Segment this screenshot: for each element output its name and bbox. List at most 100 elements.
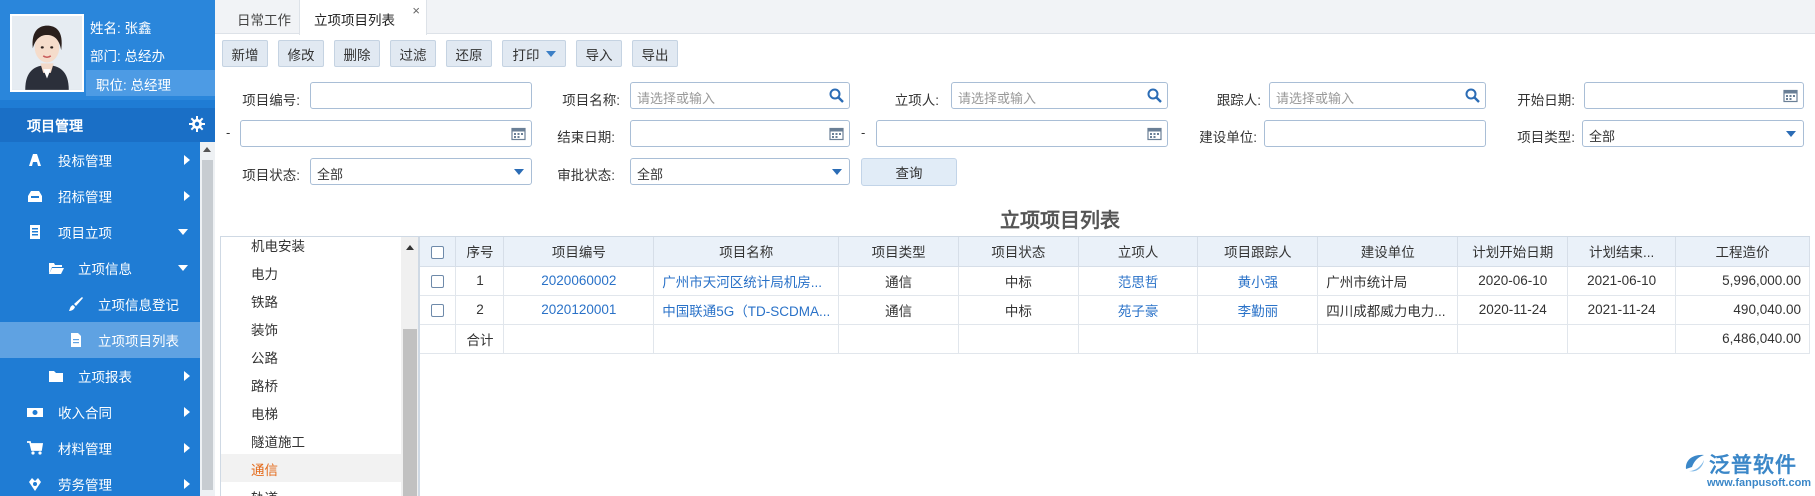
project-name-input[interactable]: 请选择或输入	[630, 82, 850, 109]
row-select-cell[interactable]	[420, 295, 457, 325]
follower-link[interactable]: 李勤丽	[1197, 295, 1319, 325]
add-button[interactable]: 新增	[222, 40, 268, 67]
project-status-select[interactable]: 全部	[310, 158, 532, 185]
column-header[interactable]: 项目名称	[653, 237, 840, 267]
column-header[interactable]: 计划开始日期	[1457, 237, 1569, 267]
category-item-selected[interactable]: 通信	[221, 454, 418, 482]
row-checkbox[interactable]	[431, 274, 445, 288]
scroll-up-icon[interactable]	[406, 245, 414, 250]
sidebar-item-tender-management[interactable]: 招标管理	[0, 178, 200, 214]
gear-icon[interactable]	[189, 116, 205, 132]
project-status-value: 全部	[317, 167, 344, 182]
close-icon[interactable]: ×	[412, 3, 420, 18]
category-item[interactable]: 隧道施工	[221, 426, 418, 454]
restore-button[interactable]: 还原	[446, 40, 492, 67]
category-item[interactable]: 公路	[221, 342, 418, 370]
sidebar-item-initiation-register[interactable]: 立项信息登记	[0, 286, 200, 322]
search-icon[interactable]	[829, 88, 844, 103]
end-date-input[interactable]	[630, 120, 850, 147]
scroll-thumb[interactable]	[403, 329, 417, 496]
calendar-icon[interactable]	[511, 126, 526, 141]
category-item[interactable]: 电力	[221, 258, 418, 286]
import-button[interactable]: 导入	[576, 40, 622, 67]
sidebar-item-initiation-report[interactable]: 立项报表	[0, 358, 200, 394]
category-item[interactable]: 机电安装	[221, 237, 418, 258]
calendar-icon[interactable]	[829, 126, 844, 141]
sidebar-item-initiation-list[interactable]: 立项项目列表	[0, 322, 200, 358]
category-item[interactable]: 装饰	[221, 314, 418, 342]
category-scrollbar[interactable]	[401, 237, 418, 496]
column-header[interactable]: 项目跟踪人	[1197, 237, 1319, 267]
table-row[interactable]: 2 2020120001 中国联通5G（TD-SCDMA... 通信 中标 苑子…	[420, 295, 1810, 325]
sidebar-item-income-contract[interactable]: 收入合同	[0, 394, 200, 430]
brand-watermark: 泛普软件 www.fanpusoft.com	[1683, 449, 1811, 494]
delete-button[interactable]: 删除	[334, 40, 380, 67]
project-no-link[interactable]: 2020060002	[503, 266, 655, 296]
empty-cell	[958, 324, 1079, 354]
initiator-link[interactable]: 苑子豪	[1078, 295, 1199, 325]
print-button[interactable]: 打印	[502, 40, 566, 67]
follower-link[interactable]: 黄小强	[1197, 266, 1319, 296]
sidebar-scrollbar[interactable]	[200, 142, 215, 496]
category-item[interactable]: 轨道	[221, 482, 418, 496]
column-header[interactable]: 序号	[455, 237, 505, 267]
chevron-right-icon	[184, 407, 190, 417]
scroll-up-icon[interactable]	[203, 147, 211, 152]
select-all-checkbox[interactable]	[431, 245, 445, 259]
approval-status-value: 全部	[637, 167, 664, 182]
initiator-link[interactable]: 范思哲	[1078, 266, 1199, 296]
sidebar-item-label: 招标管理	[58, 190, 112, 205]
column-header[interactable]: 立项人	[1078, 237, 1199, 267]
scroll-thumb[interactable]	[202, 160, 213, 490]
column-header[interactable]: 项目类型	[838, 237, 959, 267]
row-checkbox[interactable]	[431, 303, 445, 317]
edit-button[interactable]: 修改	[278, 40, 324, 67]
filter-button[interactable]: 过滤	[390, 40, 436, 67]
follower-input[interactable]: 请选择或输入	[1269, 82, 1486, 109]
chevron-down-icon	[178, 265, 188, 271]
approval-status-select[interactable]: 全部	[630, 158, 850, 185]
column-header[interactable]: 建设单位	[1317, 237, 1459, 267]
follower-label: 跟踪人:	[1216, 93, 1261, 108]
start-date-input[interactable]	[1584, 82, 1804, 109]
initiator-input[interactable]: 请选择或输入	[951, 82, 1168, 109]
table-row[interactable]: 1 2020060002 广州市天河区统计局机房... 通信 中标 范思哲 黄小…	[420, 266, 1810, 296]
project-name-link[interactable]: 中国联通5G（TD-SCDMA...	[653, 295, 840, 325]
row-select-cell[interactable]	[420, 266, 457, 296]
caret-down-icon	[514, 169, 524, 175]
sidebar-item-bid-management[interactable]: 投标管理	[0, 142, 200, 178]
column-header[interactable]: 工程造价	[1675, 237, 1810, 267]
range-separator: -	[226, 125, 231, 140]
calendar-icon[interactable]	[1147, 126, 1162, 141]
sidebar-item-project-initiation[interactable]: 项目立项	[0, 214, 200, 250]
project-type-select[interactable]: 全部	[1582, 120, 1804, 147]
column-header[interactable]: 项目状态	[958, 237, 1079, 267]
chevron-right-icon	[184, 155, 190, 165]
tab-initiation-list[interactable]: 立项项目列表 ×	[299, 0, 427, 35]
search-icon[interactable]	[1465, 88, 1480, 103]
category-item[interactable]: 电梯	[221, 398, 418, 426]
category-item[interactable]: 铁路	[221, 286, 418, 314]
search-icon[interactable]	[1147, 88, 1162, 103]
column-header[interactable]: 计划结束...	[1567, 237, 1677, 267]
empty-cell	[1567, 324, 1677, 354]
sidebar-item-material-management[interactable]: 材料管理	[0, 430, 200, 466]
project-no-input[interactable]	[310, 82, 532, 109]
column-header[interactable]: 项目编号	[503, 237, 655, 267]
end-date-to-input[interactable]	[876, 120, 1168, 147]
query-button[interactable]: 查询	[861, 158, 957, 186]
project-name-link[interactable]: 广州市天河区统计局机房...	[653, 266, 840, 296]
page-title: 立项项目列表	[1000, 210, 1120, 232]
tab-daily-work[interactable]: 日常工作	[237, 0, 291, 34]
build-unit-input[interactable]	[1264, 120, 1486, 147]
sidebar-item-initiation-info[interactable]: 立项信息	[0, 250, 200, 286]
user-profile: 姓名: 张鑫 部门: 总经办 职位: 总经理	[0, 0, 215, 100]
select-all-cell[interactable]	[420, 237, 457, 267]
project-no-link[interactable]: 2020120001	[503, 295, 655, 325]
export-button[interactable]: 导出	[632, 40, 678, 67]
start-date-to-input[interactable]	[240, 120, 532, 147]
bid-icon	[27, 152, 43, 168]
calendar-icon[interactable]	[1783, 88, 1798, 103]
sidebar-item-labor-management[interactable]: 劳务管理	[0, 466, 200, 496]
category-item[interactable]: 路桥	[221, 370, 418, 398]
